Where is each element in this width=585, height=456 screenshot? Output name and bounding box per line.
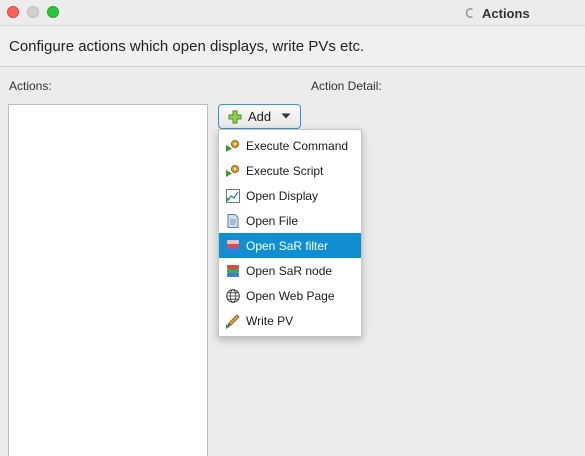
menu-item-open-web-page[interactable]: Open Web Page: [219, 283, 361, 308]
title-bar: Actions: [0, 0, 585, 26]
window-title: Actions: [464, 4, 530, 22]
action-detail-label: Action Detail:: [311, 79, 382, 93]
menu-item-open-display[interactable]: Open Display: [219, 183, 361, 208]
globe-icon: [226, 288, 240, 303]
close-window-button[interactable]: [7, 6, 19, 18]
add-button[interactable]: Add: [218, 104, 301, 129]
add-button-label: Add: [248, 109, 272, 124]
gear-play-icon: [226, 139, 239, 152]
sar-stack-icon: [227, 264, 239, 277]
description-header: Configure actions which open displays, w…: [0, 27, 585, 67]
actions-list[interactable]: [8, 104, 208, 456]
actions-label: Actions:: [9, 79, 52, 93]
description-text: Configure actions which open displays, w…: [9, 38, 365, 55]
sar-stack-icon: [227, 239, 239, 252]
menu-item-execute-script[interactable]: Execute Script: [219, 158, 361, 183]
menu-item-write-pv[interactable]: Write PV: [219, 308, 361, 333]
file-icon: [227, 213, 239, 228]
menu-item-open-sar-node[interactable]: Open SaR node: [219, 258, 361, 283]
zoom-window-button[interactable]: [47, 6, 59, 18]
window-title-text: Actions: [482, 5, 530, 21]
pencil-write-icon: [226, 313, 240, 329]
menu-item-open-sar-filter[interactable]: Open SaR filter: [219, 233, 361, 258]
minimize-window-button[interactable]: [27, 6, 39, 18]
plus-icon: [228, 110, 242, 123]
gear-play-icon: [226, 164, 239, 177]
app-icon: [465, 8, 473, 18]
add-action-menu: Execute Command Execute Script Open Disp…: [218, 129, 362, 337]
menu-item-open-file[interactable]: Open File: [219, 208, 361, 233]
display-chart-icon: [226, 188, 240, 203]
chevron-down-icon: [281, 113, 291, 119]
menu-item-execute-command[interactable]: Execute Command: [219, 133, 361, 158]
